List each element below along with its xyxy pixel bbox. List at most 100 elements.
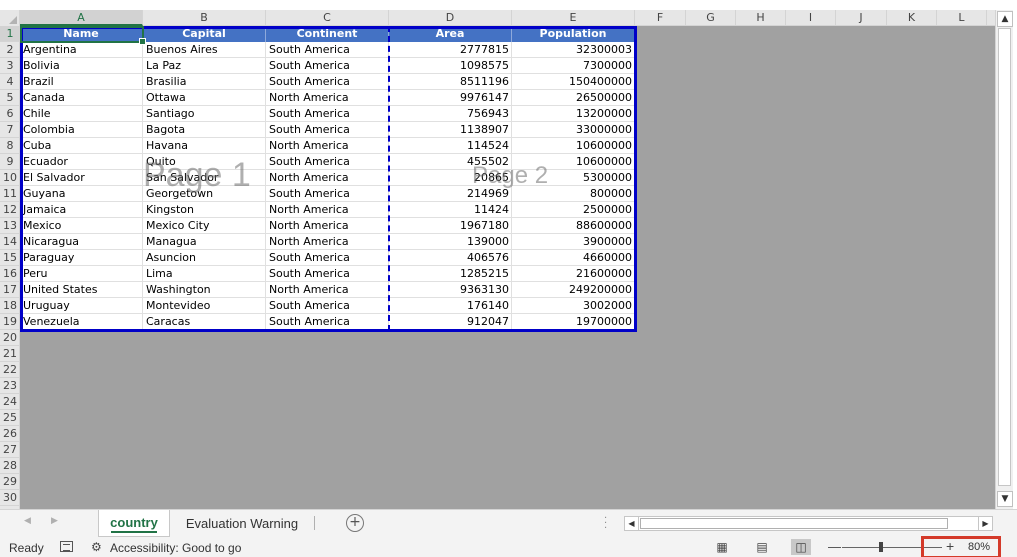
table-cell-capital[interactable]: Mexico City xyxy=(143,218,266,234)
row-header[interactable]: 9 xyxy=(0,154,20,170)
table-cell-area[interactable]: 139000 xyxy=(389,234,512,250)
row-header[interactable]: 26 xyxy=(0,426,20,442)
table-cell-continent[interactable]: South America xyxy=(266,122,389,138)
table-cell-area[interactable]: 9363130 xyxy=(389,282,512,298)
next-sheet-icon[interactable]: ▶ xyxy=(51,516,58,526)
table-cell-capital[interactable]: Lima xyxy=(143,266,266,282)
table-cell-capital[interactable]: Santiago xyxy=(143,106,266,122)
table-cell-area[interactable]: 1098575 xyxy=(389,58,512,74)
table-cell-area[interactable]: 176140 xyxy=(389,298,512,314)
table-cell-population[interactable]: 3900000 xyxy=(512,234,635,250)
table-cell-name[interactable]: Paraguay xyxy=(20,250,143,266)
table-cell-population[interactable]: 4660000 xyxy=(512,250,635,266)
row-header[interactable]: 19 xyxy=(0,314,20,330)
table-cell-name[interactable]: Canada xyxy=(20,90,143,106)
column-header-f[interactable]: F xyxy=(635,10,686,26)
table-cell-population[interactable]: 10600000 xyxy=(512,138,635,154)
row-header[interactable]: 23 xyxy=(0,378,20,394)
table-cell-name[interactable]: Chile xyxy=(20,106,143,122)
table-cell-continent[interactable]: South America xyxy=(266,298,389,314)
table-cell-continent[interactable]: North America xyxy=(266,90,389,106)
table-cell-continent[interactable]: North America xyxy=(266,170,389,186)
scroll-up-icon[interactable]: ▲ xyxy=(997,11,1013,27)
add-sheet-icon[interactable]: + xyxy=(346,514,364,532)
row-header[interactable]: 8 xyxy=(0,138,20,154)
row-header[interactable]: 24 xyxy=(0,394,20,410)
header-cell-continent[interactable]: Continent xyxy=(266,26,389,42)
table-cell-area[interactable]: 1285215 xyxy=(389,266,512,282)
row-header[interactable]: 16 xyxy=(0,266,20,282)
table-cell-continent[interactable]: South America xyxy=(266,266,389,282)
zoom-slider-thumb[interactable] xyxy=(879,542,883,552)
table-cell-name[interactable]: Argentina xyxy=(20,42,143,58)
row-header[interactable]: 29 xyxy=(0,474,20,490)
table-cell-name[interactable]: Uruguay xyxy=(20,298,143,314)
table-cell-continent[interactable]: North America xyxy=(266,218,389,234)
table-cell-area[interactable]: 8511196 xyxy=(389,74,512,90)
sheet-tab-country[interactable]: country xyxy=(98,510,170,537)
table-cell-population[interactable]: 32300003 xyxy=(512,42,635,58)
table-cell-population[interactable]: 249200000 xyxy=(512,282,635,298)
table-cell-continent[interactable]: South America xyxy=(266,186,389,202)
row-header[interactable]: 17 xyxy=(0,282,20,298)
table-cell-area[interactable]: 114524 xyxy=(389,138,512,154)
sheet-tab-evaluation-warning[interactable]: Evaluation Warning xyxy=(178,510,306,537)
row-header[interactable]: 27 xyxy=(0,442,20,458)
table-cell-capital[interactable]: Asuncion xyxy=(143,250,266,266)
table-cell-population[interactable]: 150400000 xyxy=(512,74,635,90)
column-header-l[interactable]: L xyxy=(937,10,987,26)
row-header[interactable]: 5 xyxy=(0,90,20,106)
table-cell-population[interactable]: 3002000 xyxy=(512,298,635,314)
header-cell-capital[interactable]: Capital xyxy=(143,26,266,42)
table-cell-name[interactable]: Jamaica xyxy=(20,202,143,218)
table-cell-capital[interactable]: Washington xyxy=(143,282,266,298)
column-header-k[interactable]: K xyxy=(887,10,937,26)
table-cell-capital[interactable]: Brasilia xyxy=(143,74,266,90)
table-cell-capital[interactable]: Caracas xyxy=(143,314,266,330)
row-header[interactable]: 12 xyxy=(0,202,20,218)
vertical-scroll-thumb[interactable] xyxy=(998,28,1011,486)
accessibility-status[interactable]: Accessibility: Good to go xyxy=(110,541,241,555)
row-header[interactable]: 1 xyxy=(0,26,20,42)
row-header[interactable]: 22 xyxy=(0,362,20,378)
accessibility-icon[interactable]: ⚙ xyxy=(91,540,105,554)
zoom-level[interactable]: 80% xyxy=(968,541,990,553)
header-cell-population[interactable]: Population xyxy=(512,26,635,42)
column-header-g[interactable]: G xyxy=(686,10,736,26)
table-cell-name[interactable]: Guyana xyxy=(20,186,143,202)
row-header[interactable]: 4 xyxy=(0,74,20,90)
table-cell-area[interactable]: 1138907 xyxy=(389,122,512,138)
column-header-j[interactable]: J xyxy=(836,10,887,26)
column-header-e[interactable]: E xyxy=(512,10,635,26)
table-cell-area[interactable]: 1967180 xyxy=(389,218,512,234)
table-cell-capital[interactable]: Montevideo xyxy=(143,298,266,314)
row-header[interactable]: 3 xyxy=(0,58,20,74)
prev-sheet-icon[interactable]: ◀ xyxy=(24,516,31,526)
vertical-scrollbar[interactable]: ▲ ▼ xyxy=(995,10,1013,509)
column-header-d[interactable]: D xyxy=(389,10,512,26)
table-cell-population[interactable]: 33000000 xyxy=(512,122,635,138)
table-cell-continent[interactable]: South America xyxy=(266,58,389,74)
column-header-b[interactable]: B xyxy=(143,10,266,26)
scroll-left-icon[interactable]: ◀ xyxy=(624,516,639,531)
scroll-down-icon[interactable]: ▼ xyxy=(997,491,1013,507)
table-cell-population[interactable]: 13200000 xyxy=(512,106,635,122)
horizontal-scrollbar[interactable]: ◀ ▶ xyxy=(624,516,993,531)
select-all-button[interactable] xyxy=(0,10,20,26)
macro-record-icon[interactable] xyxy=(60,541,73,552)
tab-split-handle-icon[interactable]: · · · xyxy=(604,514,607,534)
zoom-minus-icon[interactable]: — xyxy=(828,539,841,554)
table-cell-capital[interactable]: Managua xyxy=(143,234,266,250)
row-header[interactable]: 18 xyxy=(0,298,20,314)
row-header[interactable]: 14 xyxy=(0,234,20,250)
table-cell-area[interactable]: 9976147 xyxy=(389,90,512,106)
row-header[interactable]: 30 xyxy=(0,490,20,506)
row-header[interactable]: 7 xyxy=(0,122,20,138)
table-cell-area[interactable]: 406576 xyxy=(389,250,512,266)
table-cell-population[interactable]: 7300000 xyxy=(512,58,635,74)
table-cell-name[interactable]: Nicaragua xyxy=(20,234,143,250)
header-cell-area[interactable]: Area xyxy=(389,26,512,42)
row-header[interactable]: 10 xyxy=(0,170,20,186)
table-cell-continent[interactable]: North America xyxy=(266,138,389,154)
table-cell-continent[interactable]: South America xyxy=(266,250,389,266)
